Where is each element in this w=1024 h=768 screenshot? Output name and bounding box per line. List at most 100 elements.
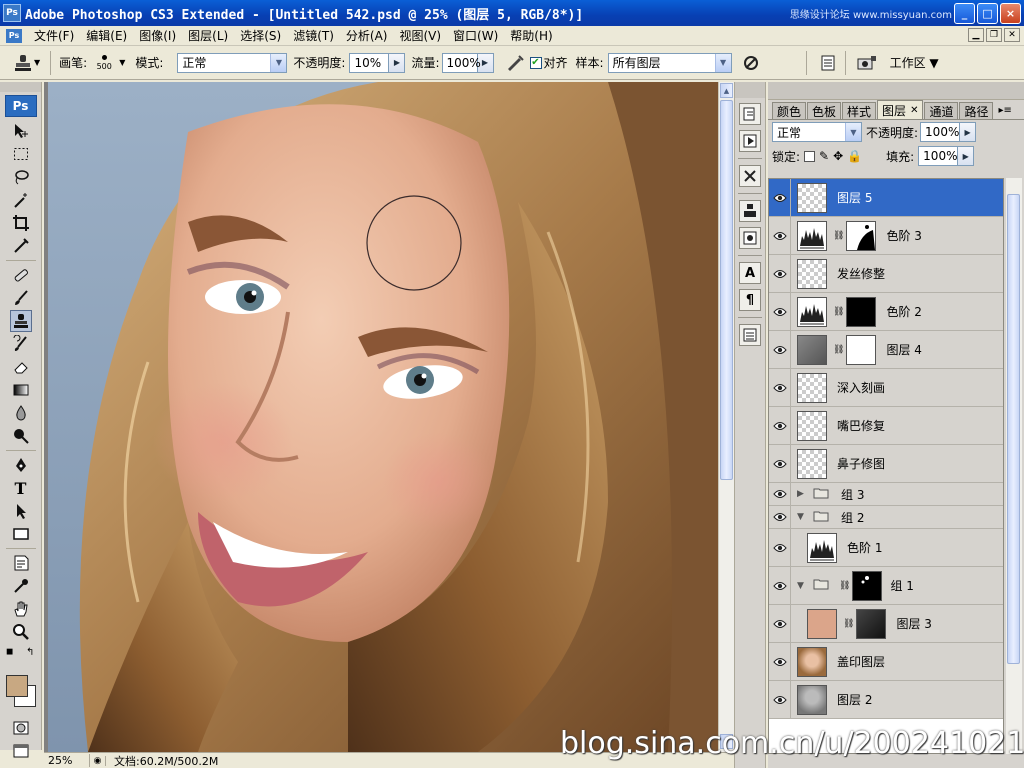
visibility-eye-icon[interactable] — [769, 506, 791, 528]
layer-row[interactable]: ▶ 组 3 — [769, 483, 1003, 506]
airbrush-icon[interactable] — [504, 52, 526, 74]
preset-dropdown-icon[interactable]: ▼ — [34, 58, 40, 67]
doc-minimize-button[interactable]: ▁ — [968, 28, 984, 42]
brush-tool-icon[interactable] — [10, 287, 32, 309]
dock-grip[interactable] — [735, 82, 765, 98]
maximize-button[interactable]: □ — [977, 3, 998, 24]
hand-tool-icon[interactable] — [10, 598, 32, 620]
close-button[interactable]: × — [1000, 3, 1021, 24]
visibility-eye-icon[interactable] — [769, 483, 791, 505]
layer-opacity-input[interactable]: 100% — [920, 122, 961, 142]
visibility-eye-icon[interactable] — [769, 179, 791, 216]
clone-stamp-tool-icon[interactable] — [9, 310, 32, 332]
brushes-panel-icon[interactable] — [739, 227, 761, 249]
visibility-eye-icon[interactable] — [769, 605, 791, 642]
toolbox-ps-logo[interactable]: Ps — [4, 95, 37, 117]
panel-menu-icon[interactable]: ▸≡ — [998, 105, 1011, 116]
eraser-tool-icon[interactable] — [10, 356, 32, 378]
link-icon[interactable]: ⛓ — [833, 231, 844, 241]
visibility-eye-icon[interactable] — [769, 643, 791, 680]
scroll-thumb[interactable] — [720, 100, 733, 480]
move-tool-icon[interactable] — [10, 120, 32, 142]
quick-mask-icon[interactable] — [10, 717, 32, 739]
chevron-right-icon[interactable]: ▶ — [797, 489, 811, 499]
sample-select[interactable]: 所有图层 ▼ — [607, 52, 732, 73]
layers-scroll-thumb[interactable] — [1007, 194, 1020, 664]
canvas-vertical-scrollbar[interactable]: ▲ ▼ — [718, 82, 734, 752]
tab-layers[interactable]: 图层 ✕ — [877, 100, 924, 119]
chevron-down-icon[interactable]: ▼ — [797, 512, 811, 522]
menu-edit[interactable]: 编辑(E) — [80, 27, 133, 44]
character-panel-icon[interactable]: A — [739, 262, 761, 284]
blend-mode-select[interactable]: 正常 ▼ — [772, 122, 862, 142]
menu-select[interactable]: 选择(S) — [234, 27, 287, 44]
foreground-color-swatch[interactable] — [6, 675, 28, 697]
visibility-eye-icon[interactable] — [769, 331, 791, 368]
type-tool-icon[interactable]: T — [10, 477, 32, 499]
link-icon[interactable]: ⛓ — [843, 619, 854, 629]
status-options-icon[interactable]: ◉ — [90, 755, 106, 766]
panel-grip[interactable] — [768, 82, 1024, 100]
layer-row[interactable]: ⛓ 色阶 2 — [769, 293, 1003, 331]
marquee-tool-icon[interactable] — [10, 143, 32, 165]
layer-row[interactable]: 发丝修整 — [769, 255, 1003, 293]
layer-row[interactable]: ▼ 组 2 — [769, 506, 1003, 529]
visibility-eye-icon[interactable] — [769, 407, 791, 444]
path-selection-tool-icon[interactable] — [10, 500, 32, 522]
layer-row[interactable]: 盖印图层 — [769, 643, 1003, 681]
blur-tool-icon[interactable] — [10, 402, 32, 424]
default-colors-icon[interactable]: ◼ — [6, 647, 13, 657]
tool-presets-icon[interactable] — [739, 165, 761, 187]
zoom-tool-icon[interactable] — [10, 621, 32, 643]
tab-color[interactable]: 颜色 — [772, 102, 807, 119]
clone-source-icon[interactable] — [739, 200, 761, 222]
opacity-input[interactable]: 10% — [349, 52, 390, 73]
eyedropper-tool-icon[interactable] — [10, 575, 32, 597]
layer-mask-thumb[interactable] — [846, 296, 877, 327]
dodge-tool-icon[interactable] — [10, 425, 32, 447]
doc-close-button[interactable]: ✕ — [1004, 28, 1020, 42]
link-icon[interactable]: ⛓ — [839, 581, 850, 591]
visibility-eye-icon[interactable] — [769, 681, 791, 718]
fill-input[interactable]: 100% — [918, 146, 959, 166]
menu-layer[interactable]: 图层(L) — [182, 27, 234, 44]
lock-transparent-icon[interactable] — [804, 150, 816, 162]
lock-all-icon[interactable]: 🔒 — [847, 149, 862, 163]
link-icon[interactable]: ⛓ — [833, 345, 844, 355]
visibility-eye-icon[interactable] — [769, 293, 791, 330]
menu-help[interactable]: 帮助(H) — [504, 27, 558, 44]
close-tab-icon[interactable]: ✕ — [910, 105, 918, 116]
swap-colors-icon[interactable]: ↰ — [26, 647, 34, 658]
layer-row[interactable]: 嘴巴修复 — [769, 407, 1003, 445]
bridge-icon[interactable] — [856, 52, 878, 74]
menu-analysis[interactable]: 分析(A) — [340, 27, 394, 44]
healing-brush-tool-icon[interactable] — [10, 264, 32, 286]
paragraph-panel-icon[interactable]: ¶ — [739, 289, 761, 311]
visibility-eye-icon[interactable] — [769, 529, 791, 566]
scroll-up-icon[interactable]: ▲ — [720, 83, 733, 98]
rectangle-tool-icon[interactable] — [10, 523, 32, 545]
align-checkbox[interactable]: ✔ — [529, 56, 542, 69]
visibility-eye-icon[interactable] — [769, 255, 791, 292]
pen-tool-icon[interactable] — [10, 454, 32, 476]
layer-row[interactable]: 鼻子修图 — [769, 445, 1003, 483]
ignore-adjustment-icon[interactable] — [740, 52, 762, 74]
brush-dropdown-icon[interactable]: ▼ — [119, 58, 125, 67]
layer-row[interactable]: ⛓ 图层 4 — [769, 331, 1003, 369]
layer-row[interactable]: ⛓ 色阶 3 — [769, 217, 1003, 255]
screen-mode-icon[interactable] — [10, 740, 32, 762]
zoom-level[interactable]: 25% — [44, 754, 90, 767]
image-canvas[interactable] — [48, 82, 718, 752]
history-panel-icon[interactable] — [739, 103, 761, 125]
layer-mask-thumb[interactable] — [846, 220, 877, 251]
opacity-slider-button[interactable]: ▶ — [389, 52, 406, 73]
magic-wand-tool-icon[interactable] — [10, 189, 32, 211]
tab-paths[interactable]: 路径 — [959, 102, 994, 119]
tab-styles[interactable]: 样式 — [842, 102, 877, 119]
mode-select[interactable]: 正常 ▼ — [177, 52, 288, 73]
crop-tool-icon[interactable] — [10, 212, 32, 234]
clone-stamp-preset-icon[interactable] — [12, 52, 34, 74]
lock-position-icon[interactable]: ✥ — [833, 149, 843, 163]
menu-view[interactable]: 视图(V) — [393, 27, 447, 44]
menu-image[interactable]: 图像(I) — [133, 27, 182, 44]
